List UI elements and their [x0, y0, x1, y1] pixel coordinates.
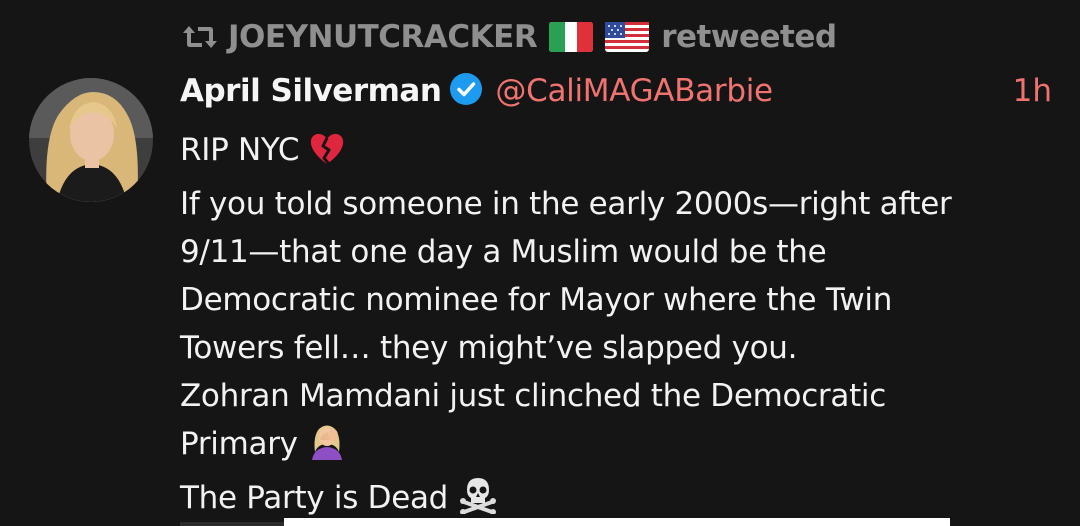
media-shadow [180, 522, 284, 526]
retweeter-name[interactable]: JOEYNUTCRACKER [228, 19, 538, 55]
retweet-header: JOEYNUTCRACKER retweeted [180, 16, 837, 58]
usa-flag-icon [605, 22, 650, 52]
tweet-line: RIP NYC [180, 126, 1060, 180]
tweet-header: April Silverman @CaliMAGABarbie [180, 68, 773, 114]
author-display-name[interactable]: April Silverman [180, 73, 442, 109]
author-handle[interactable]: @CaliMAGABarbie [495, 73, 773, 109]
tweet-timestamp[interactable]: 1h [1013, 68, 1052, 114]
broken-heart-icon [309, 132, 345, 180]
facepalm-icon [308, 422, 346, 474]
tweet-card[interactable]: JOEYNUTCRACKER retweeted April Silverman… [0, 0, 1080, 526]
tweet-line: Democratic nominee for Mayor where the T… [180, 282, 893, 318]
italy-flag-icon [549, 22, 594, 52]
tweet-line-text: RIP NYC [180, 132, 300, 168]
tweet-line-text: The Party is Dead [180, 480, 449, 516]
tweet-line: Primary [180, 420, 1060, 474]
tweet-line: Towers fell… they might’ve slapped you. [180, 330, 798, 366]
tweet-line: Zohran Mamdani just clinched the Democra… [180, 378, 886, 414]
tweet-text: RIP NYC If you told someone in the early… [180, 126, 1060, 526]
avatar[interactable] [29, 78, 153, 202]
retweeted-label: retweeted [661, 19, 837, 55]
verified-badge-icon [449, 72, 483, 110]
tweet-line: 9/11—that one day a Muslim would be the [180, 234, 827, 270]
media-preview[interactable] [284, 518, 950, 526]
tweet-line: If you told someone in the early 2000s—r… [180, 186, 952, 222]
tweet-line-text: Primary [180, 426, 298, 462]
retweet-icon [180, 22, 220, 52]
